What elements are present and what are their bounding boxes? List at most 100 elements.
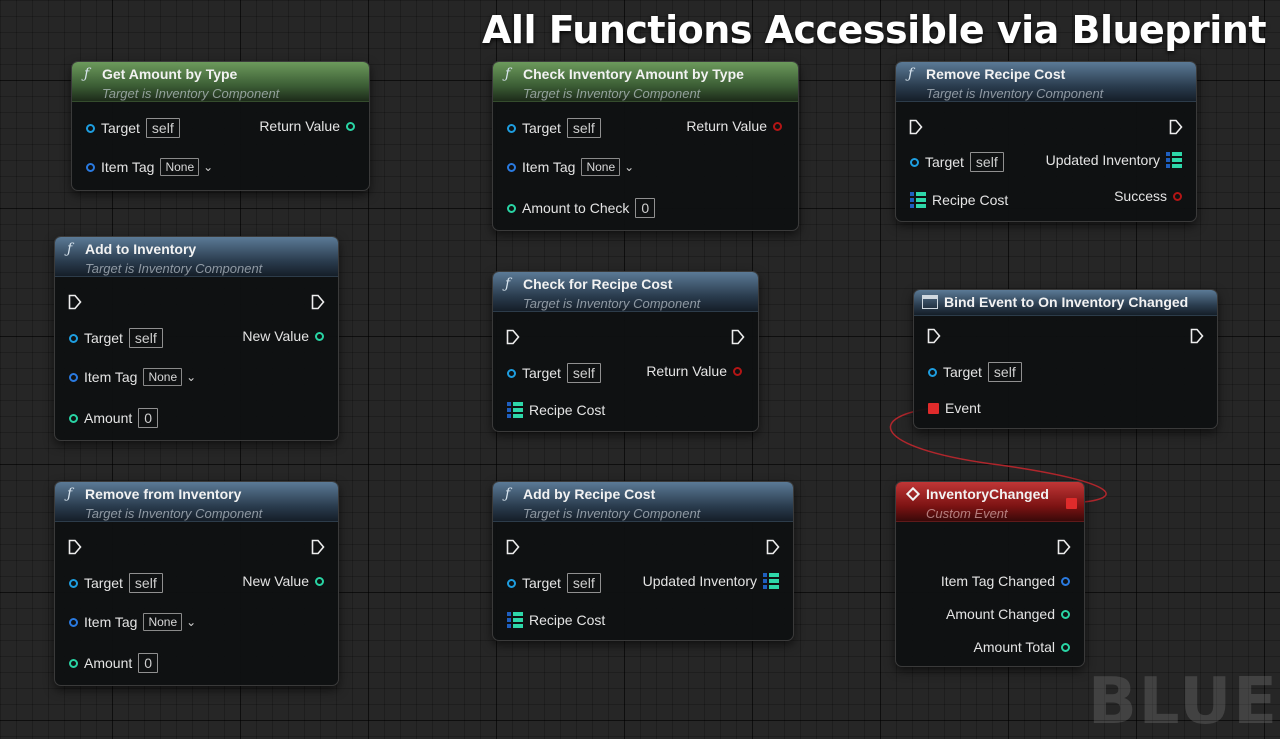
node-inventory-changed-event[interactable]: InventoryChanged Custom Event Item Tag C… <box>895 481 1085 667</box>
target-pin-row[interactable]: Target self <box>507 118 601 138</box>
integer-pin-icon[interactable] <box>69 413 78 423</box>
item-tag-dropdown[interactable]: None <box>581 158 621 176</box>
array-pin-icon[interactable] <box>507 612 523 628</box>
item-tag-pin-row[interactable]: Item Tag None ⌄ <box>86 158 213 176</box>
chevron-down-icon[interactable]: ⌄ <box>624 160 634 174</box>
amount-total-pin-row[interactable]: Amount Total <box>968 639 1070 655</box>
target-field[interactable]: self <box>128 328 163 348</box>
target-pin-row[interactable]: Target self <box>69 573 163 593</box>
boolean-pin-icon[interactable] <box>733 366 742 376</box>
item-tag-dropdown[interactable]: None <box>143 368 183 386</box>
target-field[interactable]: self <box>566 118 601 138</box>
object-pin-icon[interactable] <box>507 123 516 133</box>
event-pin-row[interactable]: Event <box>928 400 987 416</box>
target-field[interactable]: self <box>987 362 1022 382</box>
updated-inventory-pin-row[interactable]: Updated Inventory <box>637 573 779 589</box>
integer-pin-icon[interactable] <box>315 331 324 341</box>
exec-out-pin-icon[interactable] <box>311 539 325 555</box>
delegate-pin-icon[interactable] <box>1066 498 1077 509</box>
item-tag-pin-row[interactable]: Item Tag None ⌄ <box>69 368 196 386</box>
amount-pin-row[interactable]: Amount 0 <box>69 408 159 428</box>
delegate-pin-icon[interactable] <box>928 402 939 414</box>
item-tag-pin-row[interactable]: Item Tag None ⌄ <box>507 158 634 176</box>
exec-out-pin-icon[interactable] <box>1057 539 1071 555</box>
exec-in-pin-icon[interactable] <box>68 539 82 555</box>
exec-out-pin-icon[interactable] <box>1190 328 1204 344</box>
recipe-cost-pin-row[interactable]: Recipe Cost <box>507 612 611 628</box>
item-tag-changed-pin-row[interactable]: Item Tag Changed <box>935 573 1070 589</box>
target-pin-row[interactable]: Target self <box>910 152 1004 172</box>
boolean-pin-icon[interactable] <box>773 121 782 131</box>
object-pin-icon[interactable] <box>507 578 516 588</box>
chevron-down-icon[interactable]: ⌄ <box>186 615 196 629</box>
array-pin-icon[interactable] <box>910 192 926 208</box>
array-pin-icon[interactable] <box>507 402 523 418</box>
exec-out-pin-icon[interactable] <box>1169 119 1183 135</box>
node-add-to-inventory[interactable]: ƒ Add to Inventory Target is Inventory C… <box>54 236 339 441</box>
exec-in-pin-icon[interactable] <box>909 119 923 135</box>
target-pin-row[interactable]: Target self <box>507 573 601 593</box>
target-field[interactable]: self <box>145 118 180 138</box>
amount-to-check-pin-row[interactable]: Amount to Check 0 <box>507 198 656 218</box>
target-field[interactable]: self <box>566 573 601 593</box>
integer-pin-icon[interactable] <box>507 203 516 213</box>
tag-pin-icon[interactable] <box>507 162 516 172</box>
amount-field[interactable]: 0 <box>138 653 159 673</box>
amount-changed-pin-row[interactable]: Amount Changed <box>940 606 1070 622</box>
target-pin-row[interactable]: Target self <box>69 328 163 348</box>
tag-pin-icon[interactable] <box>1061 576 1070 586</box>
array-pin-icon[interactable] <box>1166 152 1182 168</box>
target-pin-row[interactable]: Target self <box>86 118 180 138</box>
new-value-pin-row[interactable]: New Value <box>236 328 324 344</box>
boolean-pin-icon[interactable] <box>1173 191 1182 201</box>
success-pin-row[interactable]: Success <box>1108 188 1182 204</box>
node-get-amount-by-type[interactable]: ƒ Get Amount by Type Target is Inventory… <box>71 61 370 191</box>
return-value-pin-row[interactable]: Return Value <box>680 118 782 134</box>
amount-to-check-field[interactable]: 0 <box>635 198 656 218</box>
exec-in-pin-icon[interactable] <box>927 328 941 344</box>
integer-pin-icon[interactable] <box>346 121 355 131</box>
node-remove-recipe-cost[interactable]: ƒ Remove Recipe Cost Target is Inventory… <box>895 61 1197 222</box>
integer-pin-icon[interactable] <box>1061 642 1070 652</box>
recipe-cost-pin-row[interactable]: Recipe Cost <box>910 192 1014 208</box>
object-pin-icon[interactable] <box>69 578 78 588</box>
exec-out-pin-icon[interactable] <box>766 539 780 555</box>
item-tag-dropdown[interactable]: None <box>143 613 183 631</box>
chevron-down-icon[interactable]: ⌄ <box>186 370 196 384</box>
exec-out-pin-icon[interactable] <box>311 294 325 310</box>
chevron-down-icon[interactable]: ⌄ <box>203 160 213 174</box>
amount-field[interactable]: 0 <box>138 408 159 428</box>
integer-pin-icon[interactable] <box>1061 609 1070 619</box>
object-pin-icon[interactable] <box>507 368 516 378</box>
target-field[interactable]: self <box>566 363 601 383</box>
object-pin-icon[interactable] <box>86 123 95 133</box>
amount-pin-row[interactable]: Amount 0 <box>69 653 159 673</box>
tag-pin-icon[interactable] <box>69 617 78 627</box>
node-add-by-recipe-cost[interactable]: ƒ Add by Recipe Cost Target is Inventory… <box>492 481 794 641</box>
exec-in-pin-icon[interactable] <box>506 539 520 555</box>
target-field[interactable]: self <box>969 152 1004 172</box>
array-pin-icon[interactable] <box>763 573 779 589</box>
exec-in-pin-icon[interactable] <box>506 329 520 345</box>
item-tag-dropdown[interactable]: None <box>160 158 200 176</box>
object-pin-icon[interactable] <box>928 367 937 377</box>
return-value-pin-row[interactable]: Return Value <box>640 363 742 379</box>
object-pin-icon[interactable] <box>69 333 78 343</box>
target-field[interactable]: self <box>128 573 163 593</box>
tag-pin-icon[interactable] <box>86 162 95 172</box>
object-pin-icon[interactable] <box>910 157 919 167</box>
exec-in-pin-icon[interactable] <box>68 294 82 310</box>
node-bind-event[interactable]: Bind Event to On Inventory Changed Targe… <box>913 289 1218 429</box>
integer-pin-icon[interactable] <box>315 576 324 586</box>
integer-pin-icon[interactable] <box>69 658 78 668</box>
updated-inventory-pin-row[interactable]: Updated Inventory <box>1040 152 1182 168</box>
item-tag-pin-row[interactable]: Item Tag None ⌄ <box>69 613 196 631</box>
exec-out-pin-icon[interactable] <box>731 329 745 345</box>
tag-pin-icon[interactable] <box>69 372 78 382</box>
new-value-pin-row[interactable]: New Value <box>236 573 324 589</box>
return-value-pin-row[interactable]: Return Value <box>253 118 355 134</box>
node-check-inventory-amount[interactable]: ƒ Check Inventory Amount by Type Target … <box>492 61 799 231</box>
node-check-for-recipe-cost[interactable]: ƒ Check for Recipe Cost Target is Invent… <box>492 271 759 432</box>
target-pin-row[interactable]: Target self <box>507 363 601 383</box>
node-remove-from-inventory[interactable]: ƒ Remove from Inventory Target is Invent… <box>54 481 339 686</box>
